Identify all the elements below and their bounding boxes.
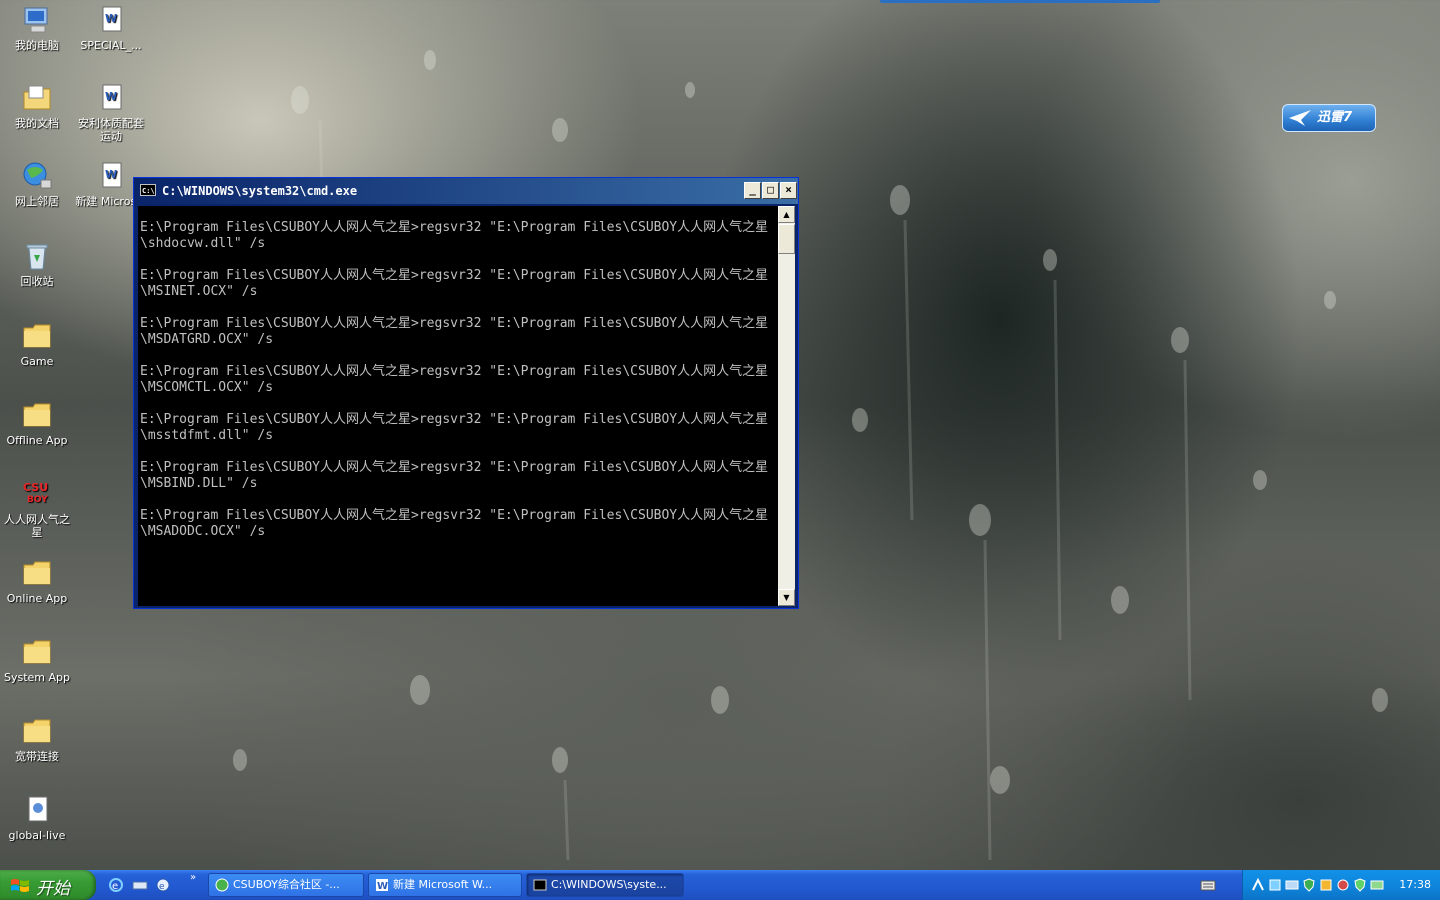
tray-security-icon[interactable]: [1302, 878, 1316, 892]
scroll-down-button[interactable]: ▼: [778, 589, 795, 606]
desktop-icon-network[interactable]: 网上邻居: [0, 160, 74, 208]
svg-text:W: W: [105, 168, 117, 181]
desktop-icon-my-documents[interactable]: 我的文档: [0, 82, 74, 130]
taskbar-button-cmd[interactable]: C:\WINDOWS\syste...: [526, 873, 684, 897]
desktop-icon-offline-app[interactable]: Offline App: [0, 399, 74, 447]
windows-flag-icon: [11, 879, 29, 892]
desktop-icon-label: Game: [20, 355, 54, 368]
clock[interactable]: 17:38: [1399, 870, 1431, 900]
taskbar-button-label: C:\WINDOWS\syste...: [551, 878, 667, 891]
recycle-bin-icon: [26, 244, 48, 270]
taskbar-button-label: 新建 Microsoft W...: [393, 878, 493, 891]
desktop-icon-online-app[interactable]: Online App: [0, 557, 74, 605]
desktop-icon-label: 我的文档: [15, 117, 59, 130]
cmd-window-title: C:\WINDOWS\system32\cmd.exe: [162, 184, 358, 198]
desktop-icon-global-live[interactable]: global-live: [0, 794, 74, 842]
word-icon: W: [376, 879, 388, 892]
desktop-icon-my-computer[interactable]: 我的电脑: [0, 4, 74, 52]
xunlei-bird-icon: [1289, 110, 1311, 126]
tray-network-icon[interactable]: [1285, 878, 1299, 892]
desktop-icon-label: Offline App: [6, 434, 68, 447]
svg-text:e: e: [159, 882, 165, 892]
taskbar: 开始 e e » CSUBOY综合社区 -... W 新建 Microsoft …: [0, 870, 1440, 900]
svg-text:W: W: [377, 881, 388, 892]
cmd-window-icon[interactable]: C:\: [140, 184, 156, 196]
desktop-icon-label: SPECIAL_...: [80, 39, 142, 52]
taskbar-button-csuboy[interactable]: CSUBOY综合社区 -...: [208, 873, 364, 897]
browser-icon: [215, 878, 229, 892]
my-computer-icon: [24, 7, 48, 33]
tray-shield-icon[interactable]: [1353, 878, 1367, 892]
start-button[interactable]: 开始: [0, 870, 96, 900]
start-label: 开始: [36, 879, 70, 899]
vertical-scrollbar[interactable]: ▲ ▼: [778, 206, 795, 606]
svg-text:BOY: BOY: [27, 495, 48, 505]
network-icon: [23, 162, 52, 189]
ie-icon[interactable]: e: [108, 877, 124, 893]
desktop-icon-label: 安利体质配套运动: [78, 117, 144, 143]
desktop-icon-label: 回收站: [20, 275, 54, 288]
quicklaunch-more[interactable]: »: [190, 872, 196, 883]
desktop-icon-label: 宽带连接: [15, 750, 59, 763]
desktop-icon-game[interactable]: Game: [0, 320, 74, 368]
xunlei-float-widget[interactable]: 迅雷7: [1282, 104, 1376, 132]
document-icon: [28, 796, 48, 822]
svg-text:W: W: [105, 12, 117, 25]
svg-text:W: W: [105, 90, 117, 103]
scroll-thumb[interactable]: [778, 224, 795, 254]
csuboy-icon: CSUBOY: [23, 481, 48, 505]
tray-sound-icon[interactable]: [1336, 878, 1350, 892]
word-doc-icon: W: [102, 162, 122, 188]
taskbar-button-word[interactable]: W 新建 Microsoft W...: [368, 873, 522, 897]
folder-icon: [23, 403, 51, 427]
tray-mail-icon[interactable]: [1370, 878, 1384, 892]
csuboy-badge-top: CSU: [23, 481, 48, 494]
desktop-icon-broadband[interactable]: 宽带连接: [0, 715, 74, 763]
tray-app-icon[interactable]: [1268, 878, 1282, 892]
folder-icon: [23, 324, 51, 348]
system-tray: 17:38: [1242, 870, 1440, 900]
minimize-button[interactable]: _: [744, 182, 761, 199]
desktop-icon-amway-doc[interactable]: W 安利体质配套运动: [74, 82, 148, 143]
desktop-icon-label: 网上邻居: [15, 195, 59, 208]
tray-tool-icon[interactable]: [1319, 878, 1333, 892]
taskbar-button-label: CSUBOY综合社区 -...: [233, 878, 340, 891]
xunlei-label: 迅雷7: [1317, 110, 1353, 125]
svg-text:e: e: [112, 881, 118, 892]
close-button[interactable]: ×: [780, 182, 797, 199]
folder-icon: [23, 561, 51, 585]
cmd-window[interactable]: C:\ C:\WINDOWS\system32\cmd.exe _ □ × E:…: [133, 177, 799, 609]
cmd-icon: [533, 879, 547, 891]
scroll-up-button[interactable]: ▲: [778, 206, 795, 223]
desktop-icon-renren-star[interactable]: CSU BOY 人人网人气之星: [0, 478, 74, 539]
folder-icon: [23, 719, 51, 743]
keyboard-icon[interactable]: [1200, 878, 1216, 892]
console-output: E:\Program Files\CSUBOY人人网人气之星>regsvr32 …: [140, 220, 769, 539]
desktop-icon-system-app[interactable]: System App: [0, 636, 74, 684]
desktop-icon-special-doc[interactable]: W SPECIAL_...: [74, 4, 148, 52]
desktop-icon-label: 我的电脑: [15, 39, 59, 52]
my-documents-icon: [23, 85, 51, 110]
maximize-button[interactable]: □: [762, 182, 779, 199]
word-doc-icon: W: [102, 84, 122, 110]
top-edge-bar: [880, 0, 1160, 3]
word-doc-icon: W: [102, 6, 122, 32]
desktop-icon-label: System App: [3, 671, 70, 684]
desktop-icon-recycle-bin[interactable]: 回收站: [0, 240, 74, 288]
tray-input-icon[interactable]: [1251, 878, 1265, 892]
show-desktop-icon[interactable]: [132, 877, 148, 893]
cmd-title-bar[interactable]: C:\ C:\WINDOWS\system32\cmd.exe _ □ ×: [134, 178, 798, 204]
desktop-icon-label: Online App: [6, 592, 68, 605]
folder-icon: [23, 640, 51, 664]
desktop-icon-label: global-live: [8, 829, 66, 842]
console-area[interactable]: E:\Program Files\CSUBOY人人网人气之星>regsvr32 …: [138, 206, 780, 606]
desktop-icon-label: 人人网人气之星: [4, 513, 70, 539]
quicklaunch-app-icon[interactable]: e: [155, 877, 171, 893]
